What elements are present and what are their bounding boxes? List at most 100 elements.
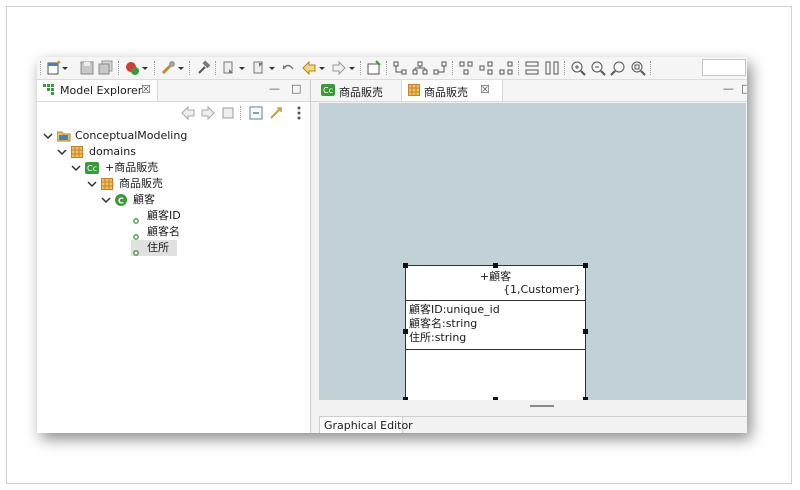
- diagram-canvas[interactable]: +顧客 {1,Customer} 顧客ID:unique_id 顧客名:stri…: [319, 103, 746, 402]
- attribute-icon: [133, 245, 139, 256]
- svg-text:C: C: [118, 197, 124, 206]
- run-dropdown-icon[interactable]: [141, 60, 149, 76]
- resize-handle[interactable]: [493, 263, 498, 268]
- toolbar-separator: [240, 106, 242, 120]
- toolbar-separator: [215, 61, 217, 75]
- maximize-icon[interactable]: □: [741, 82, 747, 95]
- zoom-select-icon[interactable]: [630, 60, 646, 76]
- editor-tab-package[interactable]: 商品販売 ☒: [401, 80, 503, 101]
- back-icon[interactable]: [301, 60, 317, 76]
- save-icon[interactable]: [79, 60, 95, 76]
- chevron-down-icon[interactable]: [43, 128, 53, 144]
- chevron-down-icon[interactable]: [101, 192, 111, 208]
- home-icon[interactable]: [220, 105, 236, 121]
- toolbar-separator: [360, 61, 362, 75]
- conceptual-model-icon: Cc: [321, 84, 335, 96]
- layout-hierarchy-icon[interactable]: [412, 60, 428, 76]
- close-icon[interactable]: ☒: [141, 83, 151, 96]
- distribute-vertical-icon[interactable]: [544, 60, 560, 76]
- tool-dropdown-icon[interactable]: [177, 60, 185, 76]
- forward-dropdown-icon[interactable]: [348, 60, 356, 76]
- minimize-icon[interactable]: —: [723, 82, 734, 95]
- editor-tab-conceptual[interactable]: Cc 商品販売: [317, 80, 401, 101]
- prev-annotation-icon[interactable]: [251, 60, 267, 76]
- save-all-icon[interactable]: [98, 60, 114, 76]
- resize-handle[interactable]: [403, 263, 408, 268]
- resize-handle[interactable]: [403, 329, 408, 334]
- back-dropdown-icon[interactable]: [318, 60, 326, 76]
- splitter-handle[interactable]: [530, 405, 554, 407]
- tree-item-label: 顧客名: [147, 225, 180, 238]
- attribute-icon: [133, 213, 139, 224]
- prev-annotation-dropdown-icon[interactable]: [268, 60, 276, 76]
- new-dropdown-icon[interactable]: [61, 60, 69, 76]
- chevron-down-icon[interactable]: [87, 176, 97, 192]
- zoom-out-icon[interactable]: [590, 60, 606, 76]
- run-icon[interactable]: [124, 60, 140, 76]
- class-name[interactable]: +顧客: [406, 268, 585, 284]
- package-icon: [101, 178, 113, 190]
- collapse-all-icon[interactable]: [248, 105, 264, 121]
- back-icon[interactable]: [180, 105, 196, 121]
- editor-tab-label: 商品販売: [339, 86, 383, 99]
- zoom-in-icon[interactable]: [570, 60, 586, 76]
- attribute-icon: [133, 229, 139, 240]
- chevron-down-icon[interactable]: [57, 144, 67, 160]
- forward-icon[interactable]: [331, 60, 347, 76]
- next-annotation-icon[interactable]: [221, 60, 237, 76]
- attribute-compartment[interactable]: 顧客ID:unique_id 顧客名:string 住所:string: [409, 303, 500, 345]
- model-explorer-toolbar: [37, 102, 310, 124]
- layout-tree-icon[interactable]: [392, 60, 408, 76]
- new-icon[interactable]: [46, 60, 62, 76]
- hammer-icon[interactable]: [195, 60, 211, 76]
- zoom-level-field[interactable]: [702, 59, 746, 76]
- tree-item-label: 顧客: [133, 193, 155, 206]
- attribute-row[interactable]: 顧客名:string: [409, 317, 500, 331]
- tree-item-label: +商品販売: [105, 161, 159, 174]
- align-middle-icon[interactable]: [478, 60, 494, 76]
- resize-handle[interactable]: [583, 329, 588, 334]
- close-icon[interactable]: ☒: [480, 83, 490, 96]
- view-menu-icon[interactable]: [291, 105, 307, 121]
- package-icon: [71, 146, 83, 158]
- zoom-fit-icon[interactable]: [610, 60, 626, 76]
- align-bottom-icon[interactable]: [498, 60, 514, 76]
- class-box[interactable]: +顧客 {1,Customer} 顧客ID:unique_id 顧客名:stri…: [403, 263, 588, 402]
- attribute-row[interactable]: 顧客ID:unique_id: [409, 303, 500, 317]
- toolbar-separator: [452, 61, 454, 75]
- chevron-down-icon[interactable]: [71, 160, 81, 176]
- distribute-horizontal-icon[interactable]: [524, 60, 540, 76]
- ide-window: Model Explorer ☒ — □ ConceptualModeling: [37, 57, 747, 433]
- graphical-editor-tab[interactable]: Graphical Editor: [319, 416, 413, 433]
- tool-icon[interactable]: [160, 60, 176, 76]
- tree-item-attribute-selected[interactable]: 住所: [131, 240, 177, 256]
- attribute-row[interactable]: 住所:string: [409, 331, 500, 345]
- forward-icon[interactable]: [200, 105, 216, 121]
- maximize-icon[interactable]: □: [291, 82, 301, 95]
- main-toolbar: [37, 57, 747, 80]
- layout-spring-icon[interactable]: [432, 60, 448, 76]
- bottom-tab-line: [403, 416, 747, 417]
- project-icon: [56, 130, 71, 142]
- minimize-icon[interactable]: —: [269, 82, 280, 95]
- toolbar-separator: [189, 61, 191, 75]
- next-annotation-dropdown-icon[interactable]: [238, 60, 246, 76]
- model-explorer-icon: [43, 84, 55, 96]
- model-explorer-tab[interactable]: Model Explorer ☒: [37, 80, 158, 101]
- tree-item-label: ConceptualModeling: [75, 129, 188, 142]
- svg-text:Cc: Cc: [87, 164, 97, 173]
- last-edit-icon[interactable]: [280, 60, 296, 76]
- svg-text:Cc: Cc: [323, 86, 333, 95]
- model-explorer-title: Model Explorer: [60, 84, 143, 97]
- link-with-editor-icon[interactable]: [268, 105, 284, 121]
- open-task-icon[interactable]: [366, 60, 382, 76]
- editor-tabbar: Cc 商品販売 商品販売 ☒ — □: [311, 80, 747, 102]
- package-icon: [408, 84, 420, 96]
- editor-splitter[interactable]: [311, 400, 747, 414]
- compartment-divider: [406, 349, 585, 350]
- align-top-icon[interactable]: [458, 60, 474, 76]
- resize-handle[interactable]: [583, 263, 588, 268]
- toolbar-separator: [386, 61, 388, 75]
- conceptual-model-icon: Cc: [85, 162, 99, 174]
- editor-tab-label: 商品販売: [424, 86, 468, 99]
